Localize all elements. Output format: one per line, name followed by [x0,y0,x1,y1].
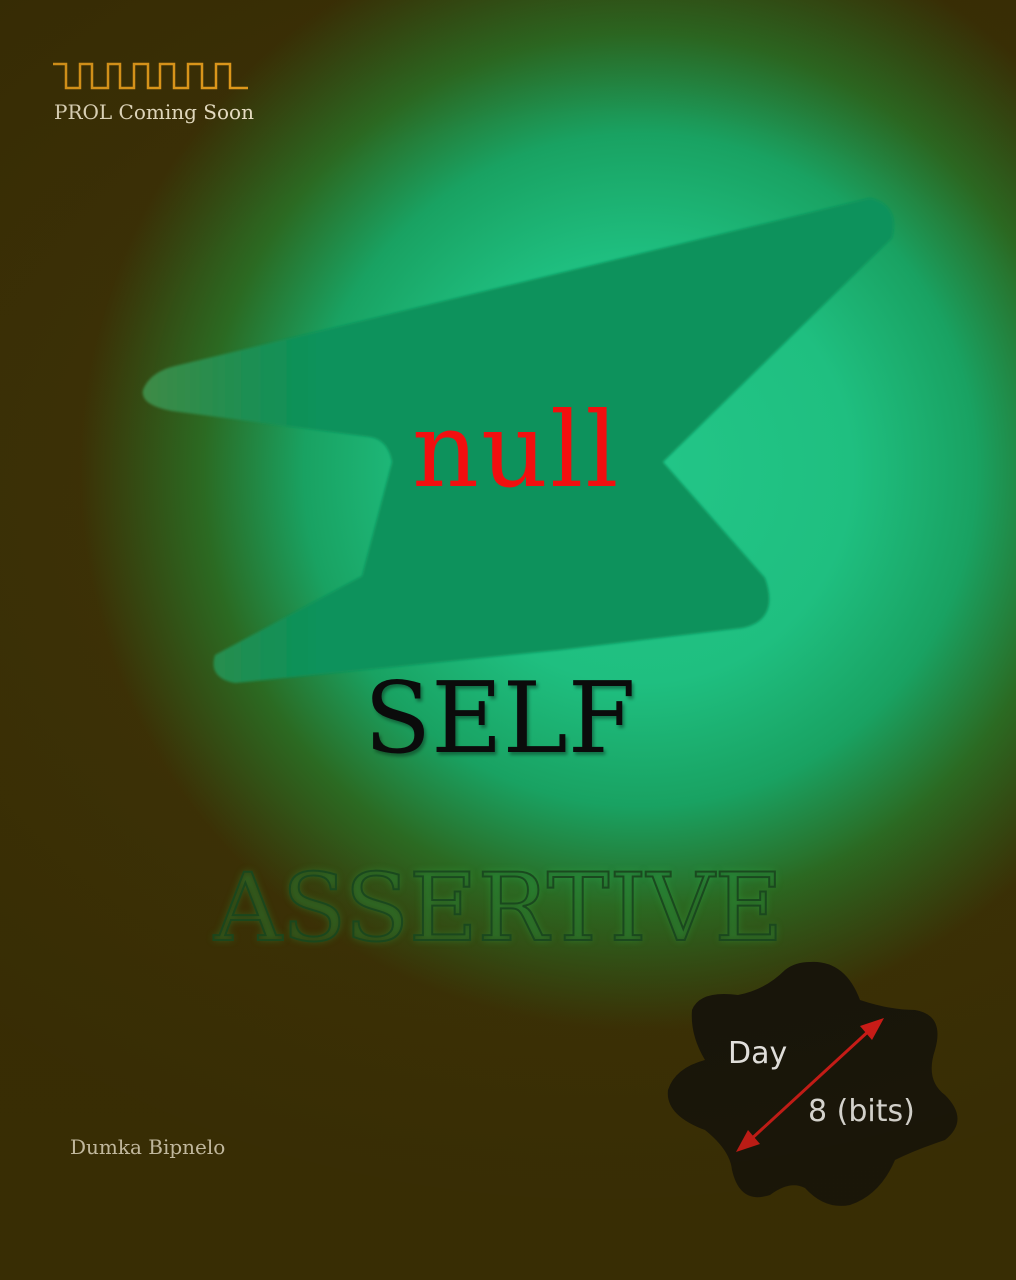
badge-count-label: 8 (bits) [808,1094,915,1129]
brand-text: PROL Coming Soon [54,100,254,124]
square-wave-icon [53,62,248,90]
headline-assertive: ASSERTIVE [213,854,784,963]
poster: PROL Coming Soon null SELF ASSERTIVE Dum… [0,0,1016,1280]
headline-null: null [412,389,621,511]
badge-day-label: Day [728,1036,788,1071]
poster-artwork [142,198,958,1206]
author-name: Dumka Bipnelo [70,1135,226,1159]
headline-self: SELF [364,662,636,776]
